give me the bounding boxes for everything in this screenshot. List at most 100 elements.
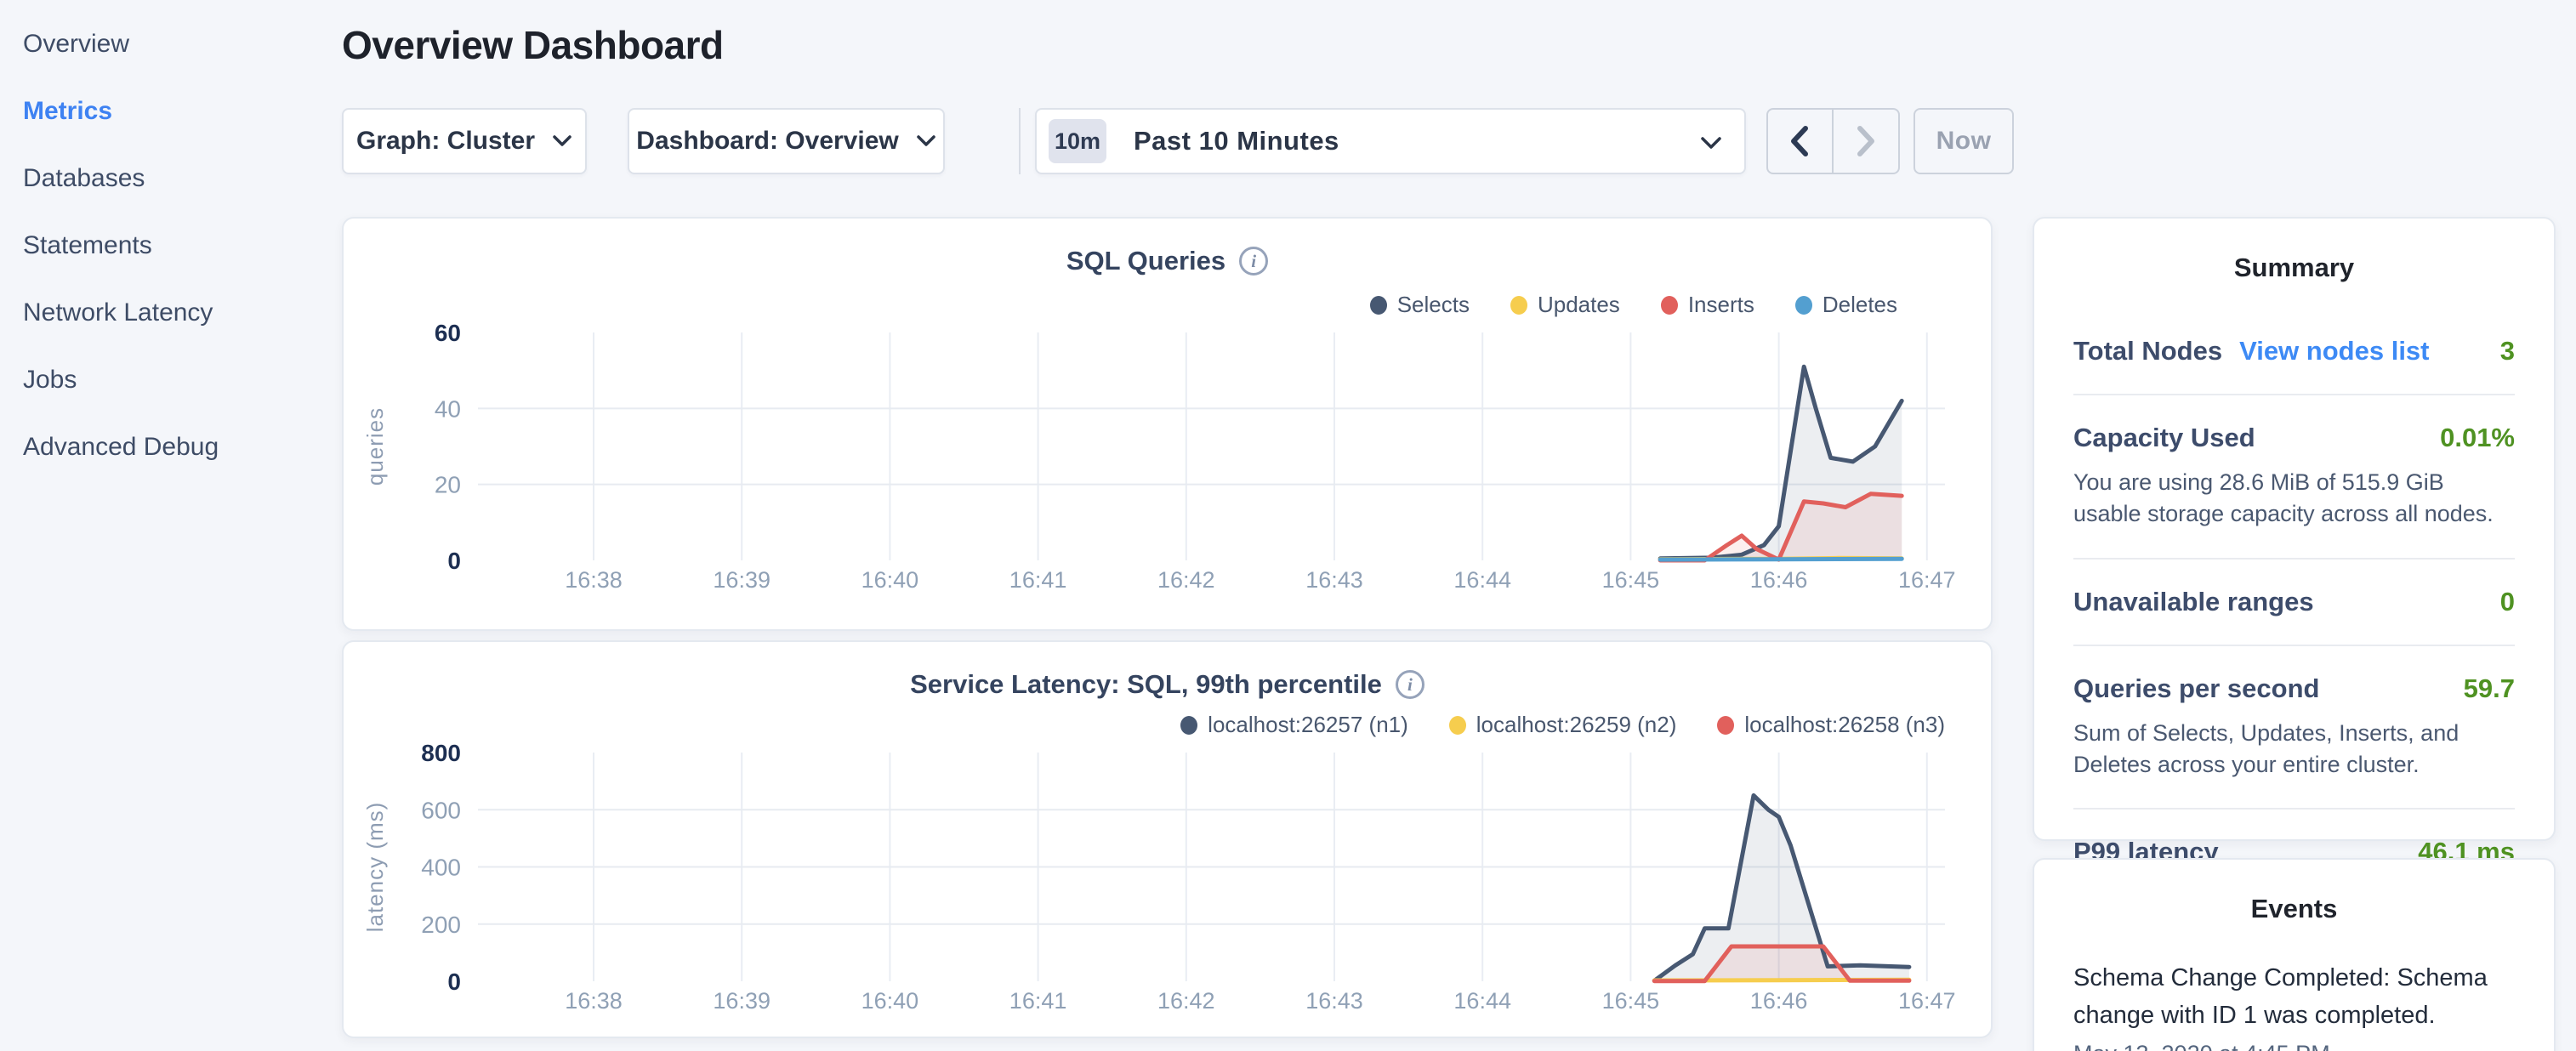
x-tick-label: 16:45 xyxy=(1602,567,1660,593)
y-axis-label: latency (ms) xyxy=(362,802,388,933)
series-line xyxy=(1660,366,1902,559)
y-tick-label: 40 xyxy=(435,395,461,422)
sidebar-item-overview[interactable]: Overview xyxy=(0,10,340,77)
prev-time-button[interactable] xyxy=(1768,110,1834,173)
legend-dot-icon xyxy=(1180,716,1197,735)
x-tick-label: 16:42 xyxy=(1157,988,1215,1014)
legend-item[interactable]: localhost:26257 (n1) xyxy=(1180,712,1408,738)
series-area xyxy=(1660,366,1902,560)
x-tick-label: 16:40 xyxy=(862,567,919,593)
legend-item[interactable]: Selects xyxy=(1370,292,1470,318)
x-tick-label: 16:39 xyxy=(713,567,771,593)
sidebar-item-metrics[interactable]: Metrics xyxy=(0,77,340,145)
dashboard-dropdown[interactable]: Dashboard: Overview xyxy=(628,108,945,174)
legend-item[interactable]: localhost:26258 (n3) xyxy=(1717,712,1945,738)
x-tick-label: 16:41 xyxy=(1009,988,1067,1014)
page-title: Overview Dashboard xyxy=(342,22,724,68)
chevron-down-icon xyxy=(552,134,572,148)
legend-label: localhost:26259 (n2) xyxy=(1476,712,1677,738)
chart-title: Service Latency: SQL, 99th percentile xyxy=(910,669,1382,700)
info-icon[interactable]: i xyxy=(1239,247,1268,276)
legend-item[interactable]: localhost:26259 (n2) xyxy=(1449,712,1677,738)
legend-dot-icon xyxy=(1510,296,1527,315)
summary-row-description: Sum of Selects, Updates, Inserts, and De… xyxy=(2073,718,2515,781)
legend-dot-icon xyxy=(1661,296,1678,315)
graph-dropdown-label: Graph: Cluster xyxy=(356,127,535,156)
divider xyxy=(2073,808,2515,810)
y-tick-label: 0 xyxy=(447,969,461,995)
series-area xyxy=(1660,558,1902,560)
legend-label: Selects xyxy=(1397,292,1470,318)
time-range-selector[interactable]: 10m Past 10 Minutes xyxy=(1035,108,1746,174)
legend-dot-icon xyxy=(1717,716,1734,735)
events-title: Events xyxy=(2034,894,2554,924)
series-area xyxy=(1654,980,1909,981)
summary-row-value: 3 xyxy=(2500,336,2515,366)
x-tick-label: 16:43 xyxy=(1305,567,1363,593)
x-tick-label: 16:38 xyxy=(565,567,623,593)
x-tick-label: 16:41 xyxy=(1009,567,1067,593)
next-time-button[interactable] xyxy=(1834,110,1899,173)
event-message: Schema Change Completed: Schema change w… xyxy=(2034,960,2554,1034)
chevron-right-icon xyxy=(1853,124,1879,158)
series-line xyxy=(1654,946,1909,981)
legend-dot-icon xyxy=(1449,716,1466,735)
summary-row-label: Total Nodes xyxy=(2073,336,2222,366)
series-area xyxy=(1654,946,1909,981)
chart-title: SQL Queries xyxy=(1066,246,1225,276)
y-tick-label: 600 xyxy=(421,797,461,823)
summary-row-label: Queries per second xyxy=(2073,673,2319,704)
service-latency-chart: 16:3816:3916:4016:4116:4216:4316:4416:45… xyxy=(344,642,1994,1040)
series-area xyxy=(1660,494,1902,560)
x-tick-label: 16:38 xyxy=(565,988,623,1014)
legend-label: localhost:26257 (n1) xyxy=(1208,712,1408,738)
series-line xyxy=(1660,494,1902,560)
x-tick-label: 16:44 xyxy=(1453,988,1511,1014)
event-timestamp: May 13, 2020 at 4:45 PM xyxy=(2034,1041,2554,1051)
y-tick-label: 200 xyxy=(421,912,461,938)
summary-row: Capacity Used 0.01% xyxy=(2073,423,2515,453)
chart-legend: localhost:26257 (n1) localhost:26259 (n2)… xyxy=(1180,712,1945,738)
legend-item[interactable]: Updates xyxy=(1510,292,1620,318)
sidebar-item-jobs[interactable]: Jobs xyxy=(0,346,340,413)
x-tick-label: 16:46 xyxy=(1750,988,1808,1014)
summary-row: Queries per second 59.7 xyxy=(2073,673,2515,704)
summary-row-value: 0.01% xyxy=(2440,423,2515,453)
summary-row-value: 59.7 xyxy=(2464,673,2515,704)
summary-row-value: 0 xyxy=(2500,587,2515,617)
legend-dot-icon xyxy=(1370,296,1387,315)
legend-item[interactable]: Deletes xyxy=(1795,292,1897,318)
sql-queries-chart-panel: SQL Queries i Selects Updates Inserts Delet… xyxy=(342,217,1993,631)
series-area xyxy=(1654,795,1909,981)
x-tick-label: 16:44 xyxy=(1453,567,1511,593)
divider xyxy=(2073,558,2515,560)
divider xyxy=(2073,645,2515,646)
sidebar-item-advanced-debug[interactable]: Advanced Debug xyxy=(0,413,340,480)
service-latency-chart-panel: Service Latency: SQL, 99th percentile i … xyxy=(342,640,1993,1038)
time-step-buttons xyxy=(1766,108,1900,174)
x-tick-label: 16:42 xyxy=(1157,567,1215,593)
x-tick-label: 16:47 xyxy=(1898,567,1956,593)
y-tick-label: 400 xyxy=(421,855,461,881)
view-nodes-list-link[interactable]: View nodes list xyxy=(2239,336,2429,366)
info-icon[interactable]: i xyxy=(1396,670,1424,699)
summary-row-label: Unavailable ranges xyxy=(2073,587,2314,617)
sidebar-item-statements[interactable]: Statements xyxy=(0,212,340,279)
now-button[interactable]: Now xyxy=(1914,108,2014,174)
series-line xyxy=(1654,795,1909,980)
summary-row-label: Capacity Used xyxy=(2073,423,2255,453)
legend-item[interactable]: Inserts xyxy=(1661,292,1754,318)
chevron-down-icon xyxy=(916,134,936,148)
series-line xyxy=(1660,558,1902,559)
sidebar-item-network-latency[interactable]: Network Latency xyxy=(0,279,340,346)
chevron-down-icon xyxy=(1700,135,1722,155)
legend-label: Updates xyxy=(1538,292,1620,318)
sidebar: OverviewMetricsDatabasesStatementsNetwor… xyxy=(0,0,340,1051)
legend-dot-icon xyxy=(1795,296,1812,315)
sidebar-item-databases[interactable]: Databases xyxy=(0,145,340,212)
time-range-label: Past 10 Minutes xyxy=(1134,126,1339,156)
toolbar-divider xyxy=(1019,108,1021,174)
x-tick-label: 16:45 xyxy=(1602,988,1660,1014)
summary-title: Summary xyxy=(2034,253,2554,283)
graph-dropdown[interactable]: Graph: Cluster xyxy=(342,108,587,174)
